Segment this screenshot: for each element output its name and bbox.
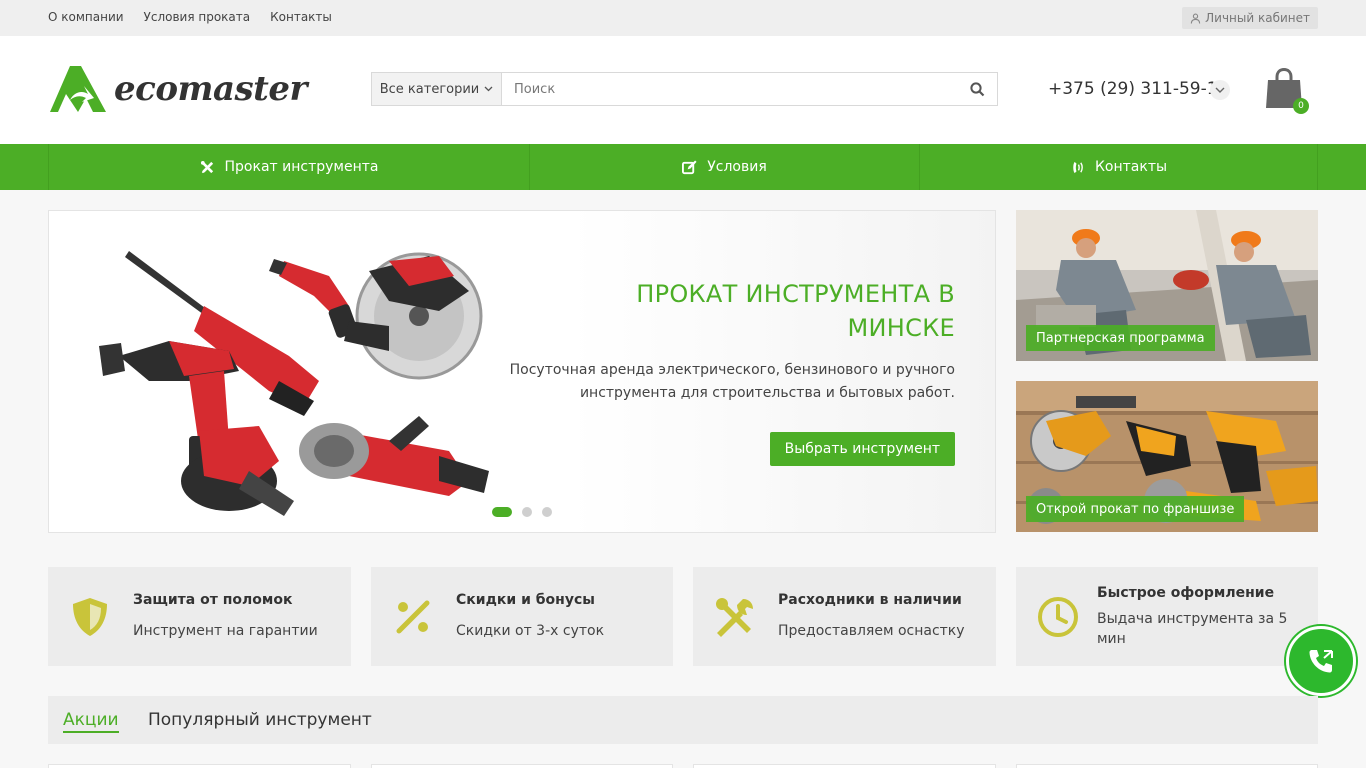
account-button[interactable]: Личный кабинет xyxy=(1182,7,1318,29)
hero-slider: ПРОКАТ ИНСТРУМЕНТА В МИНСКЕ Посуточная а… xyxy=(48,210,996,533)
nav-item-label: Условия xyxy=(707,159,767,175)
tools-icon xyxy=(716,598,753,637)
edit-icon xyxy=(682,159,697,174)
slider-dot-3[interactable] xyxy=(542,507,552,517)
feature-text: Скидки от 3-х суток xyxy=(456,623,605,639)
callback-button[interactable] xyxy=(1286,626,1356,696)
phone-volume-icon xyxy=(1073,161,1083,173)
chevron-down-icon xyxy=(1215,87,1225,93)
logo-text: ecomaster xyxy=(114,69,307,109)
slide-title: ПРОКАТ ИНСТРУМЕНТА В МИНСКЕ xyxy=(636,280,955,342)
product-card[interactable] xyxy=(48,764,351,768)
nav-item-label: Контакты xyxy=(1094,159,1168,175)
search-input[interactable] xyxy=(502,73,957,105)
feature-text: Выдача инструмента за 5 мин xyxy=(1097,611,1288,647)
search-button[interactable] xyxy=(957,73,997,105)
shield-icon xyxy=(73,598,107,636)
cart-button[interactable]: 0 xyxy=(1264,67,1309,116)
feature-consumables: Расходники в наличии Предоставляем оснас… xyxy=(693,567,996,666)
percent-icon xyxy=(396,600,430,634)
user-icon xyxy=(1190,13,1201,24)
chevron-down-icon xyxy=(484,86,493,92)
power-tools-image xyxy=(99,251,489,516)
phone-dropdown-toggle[interactable] xyxy=(1210,80,1230,100)
cart-count-badge: 0 xyxy=(1293,98,1309,114)
partner-program-banner[interactable]: Партнерская программа xyxy=(1016,210,1318,361)
product-card[interactable] xyxy=(1016,764,1318,768)
category-select-value: Все категории xyxy=(379,81,480,97)
product-card[interactable] xyxy=(371,764,673,768)
banner-label: Партнерская программа xyxy=(1026,325,1215,351)
header: ecomaster Все категории +375 (29) 311-59… xyxy=(0,36,1366,144)
banner-label: Открой прокат по франшизе xyxy=(1026,496,1245,522)
tab-popular-tools[interactable]: Популярный инструмент xyxy=(148,710,372,730)
franchise-banner[interactable]: Открой прокат по франшизе xyxy=(1016,381,1318,532)
product-card[interactable] xyxy=(693,764,996,768)
feature-fast-checkout: Быстрое оформление Выдача инструмента за… xyxy=(1016,567,1318,666)
search-bar: Все категории xyxy=(371,72,998,106)
top-links: О компании Условия проката Контакты xyxy=(48,10,332,24)
phone-number[interactable]: +375 (29) 311-59-11 xyxy=(1048,79,1228,99)
nav-item-tool-rental[interactable]: Прокат инструмента xyxy=(48,144,529,190)
feature-warranty: Защита от поломок Инструмент на гарантии xyxy=(48,567,351,666)
choose-tool-button[interactable]: Выбрать инструмент xyxy=(769,432,955,466)
account-label: Личный кабинет xyxy=(1205,11,1310,25)
feature-discounts: Скидки и бонусы Скидки от 3-х суток xyxy=(371,567,673,666)
slider-dot-2[interactable] xyxy=(522,507,532,517)
main-nav: Прокат инструмента Условия Контакты xyxy=(0,144,1366,190)
product-tabs: Акции Популярный инструмент xyxy=(48,696,1318,744)
slide-description: Посуточная аренда электрического, бензин… xyxy=(509,362,955,401)
feature-title: Быстрое оформление xyxy=(1097,585,1275,601)
category-select[interactable]: Все категории xyxy=(372,73,502,105)
feature-title: Расходники в наличии xyxy=(778,592,962,608)
slider-dot-1[interactable] xyxy=(492,507,512,517)
logo[interactable]: ecomaster xyxy=(48,64,307,114)
tab-promotions[interactable]: Акции xyxy=(63,710,119,733)
nav-item-conditions[interactable]: Условия xyxy=(529,144,919,190)
nav-item-contacts[interactable]: Контакты xyxy=(919,144,1318,190)
feature-text: Предоставляем оснастку xyxy=(778,623,965,639)
wrench-screwdriver-icon xyxy=(200,160,213,173)
top-bar: О компании Условия проката Контакты Личн… xyxy=(0,0,1366,36)
feature-title: Защита от поломок xyxy=(133,592,293,608)
rental-terms-link[interactable]: Условия проката xyxy=(144,10,251,24)
slider-pagination xyxy=(492,507,552,517)
contacts-link[interactable]: Контакты xyxy=(270,10,332,24)
feature-title: Скидки и бонусы xyxy=(456,592,595,608)
about-link[interactable]: О компании xyxy=(48,10,124,24)
nav-item-label: Прокат инструмента xyxy=(224,159,379,175)
clock-icon xyxy=(1038,597,1078,637)
feature-text: Инструмент на гарантии xyxy=(133,623,318,639)
house-logo-icon xyxy=(50,66,106,112)
search-icon xyxy=(969,81,984,96)
phone-icon xyxy=(1309,650,1333,673)
